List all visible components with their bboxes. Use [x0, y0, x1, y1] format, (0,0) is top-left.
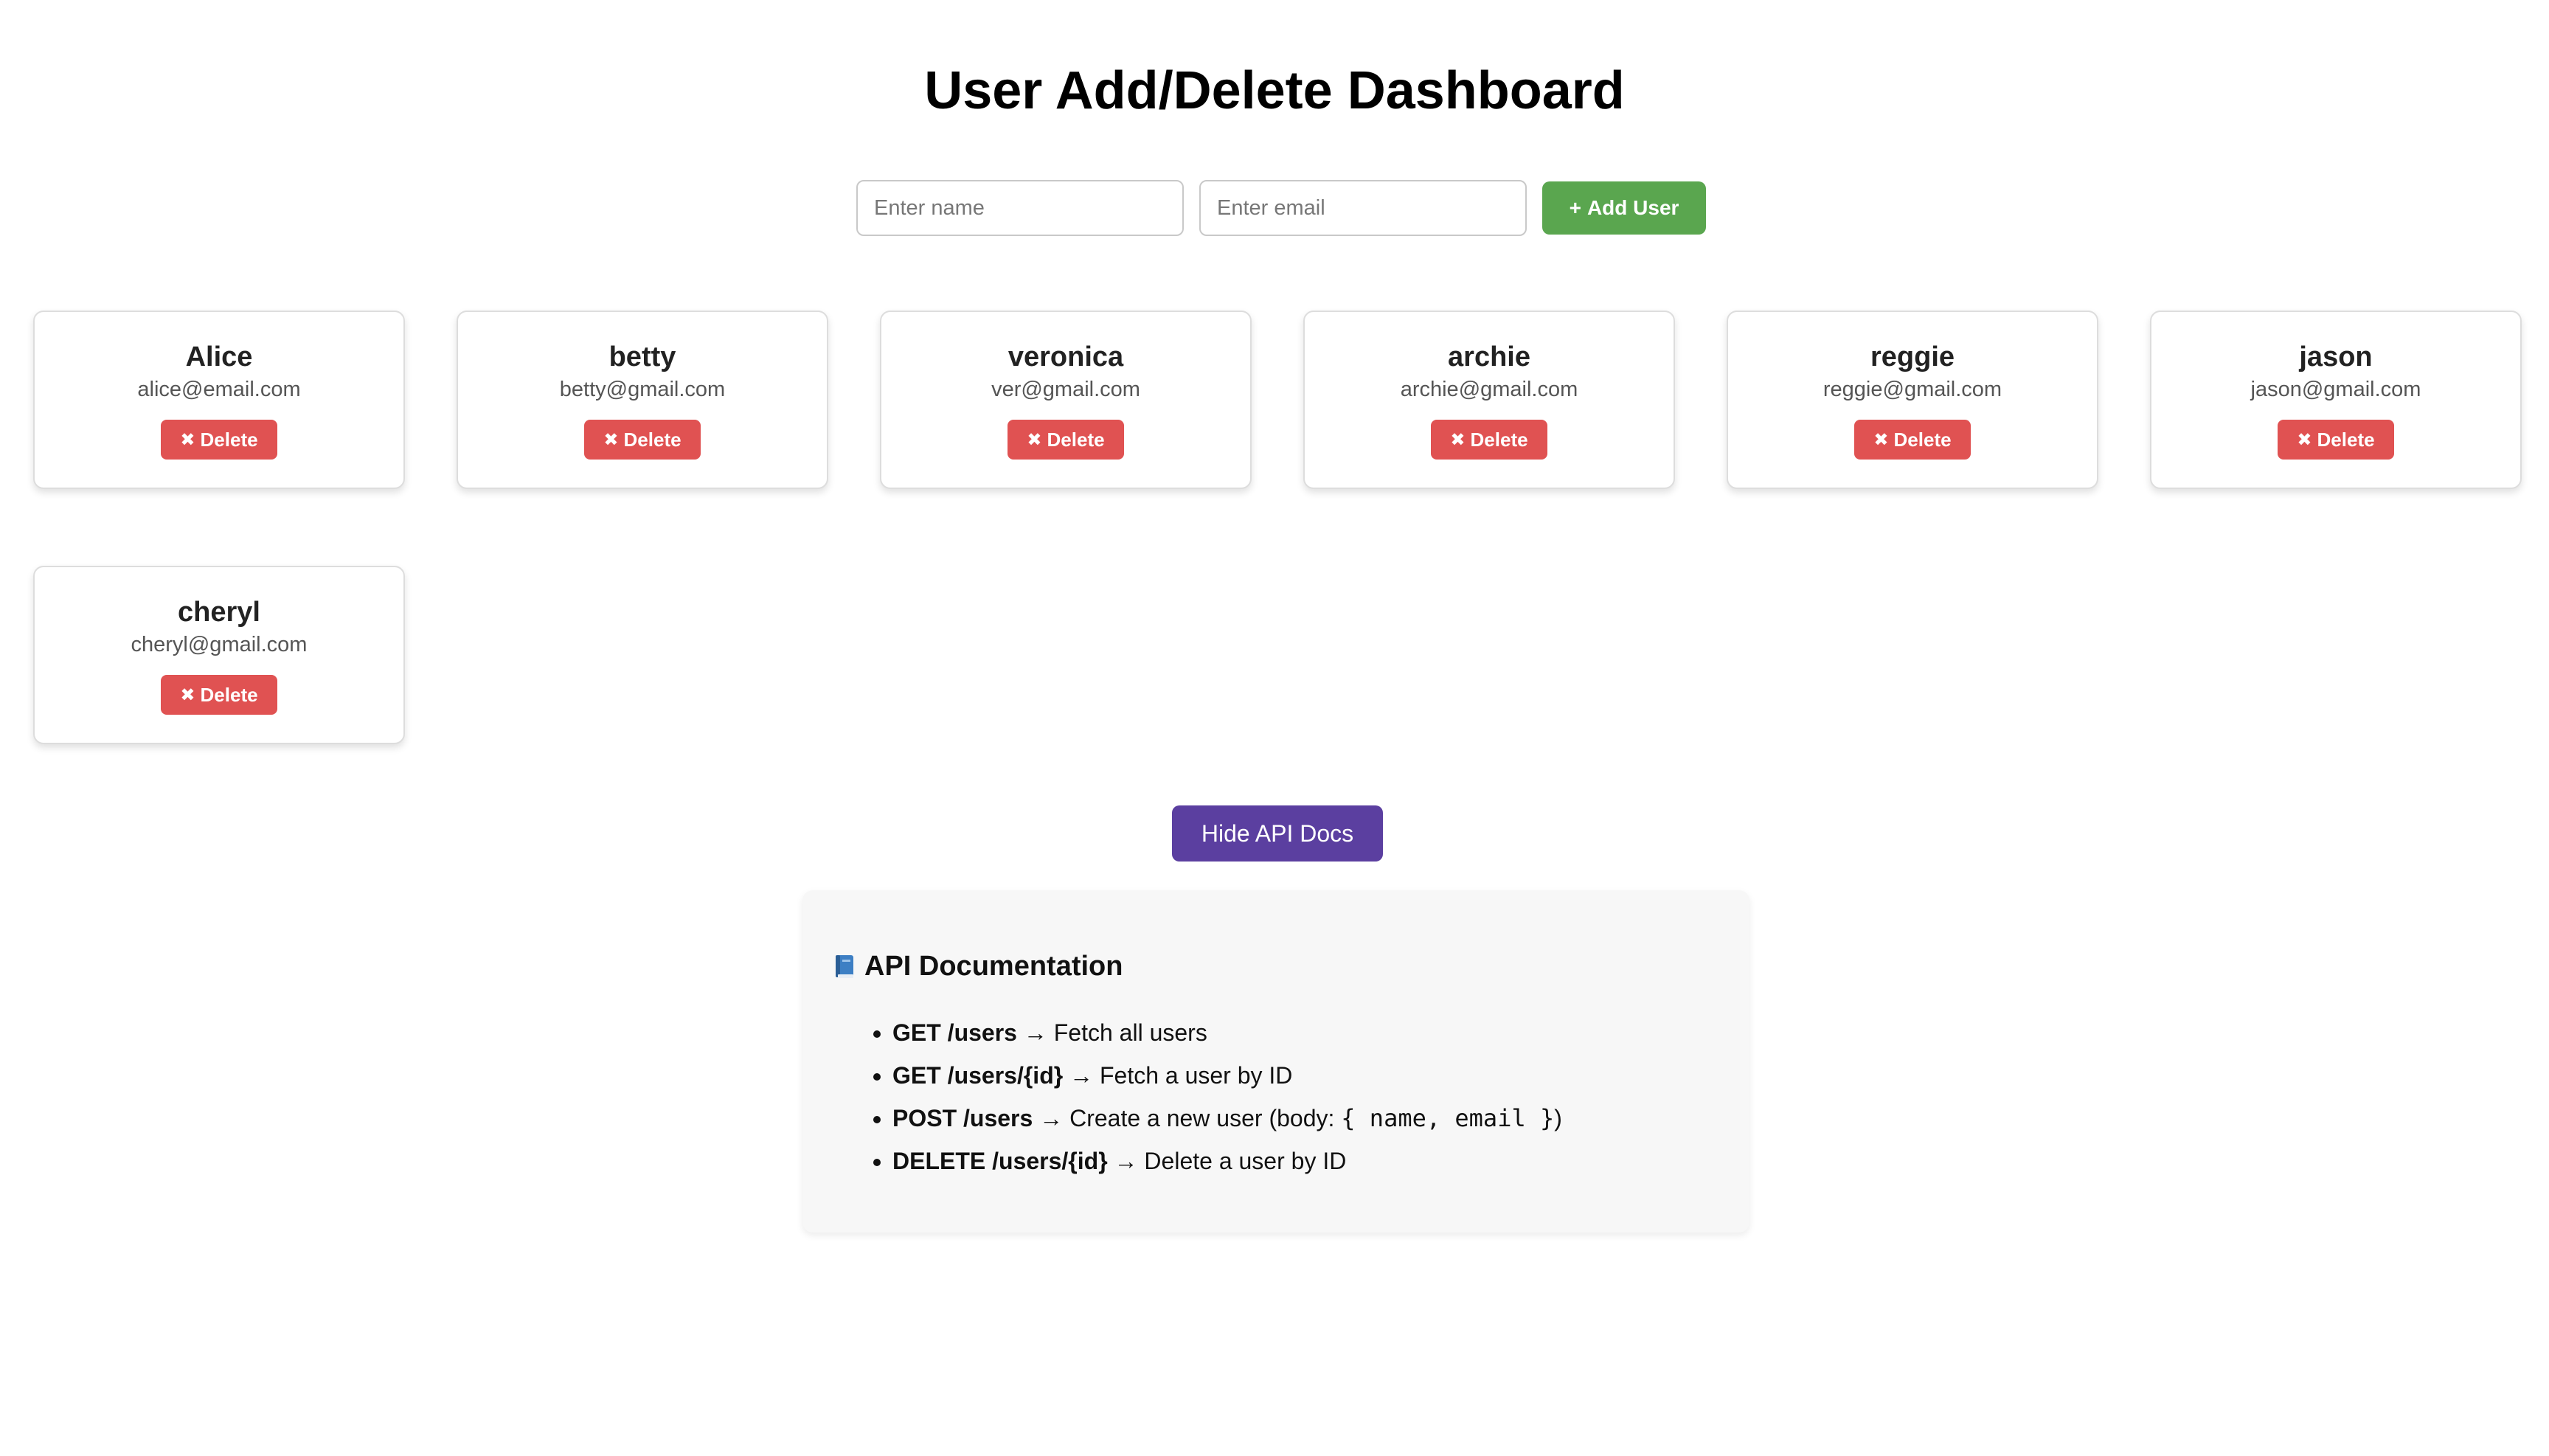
close-icon: ✖	[603, 429, 619, 450]
delete-label: Delete	[1047, 428, 1105, 451]
endpoint-item: DELETE /users/{id} → Delete a user by ID	[892, 1140, 1719, 1182]
endpoint-description: Delete a user by ID	[1144, 1148, 1347, 1174]
api-docs-heading: API Documentation	[833, 949, 1719, 983]
arrow-icon: →	[1114, 1148, 1138, 1174]
api-docs-panel: API Documentation GET /users → Fetch all…	[802, 890, 1749, 1233]
user-name: cheryl	[178, 597, 260, 628]
delete-label: Delete	[200, 683, 258, 706]
close-icon: ✖	[180, 684, 195, 705]
user-name: jason	[2299, 342, 2373, 372]
user-name: archie	[1448, 342, 1530, 372]
delete-user-button[interactable]: ✖ Delete	[1431, 420, 1547, 460]
endpoint-method: GET /users/{id}	[892, 1062, 1064, 1089]
close-icon: ✖	[1873, 429, 1889, 450]
close-icon: ✖	[1450, 429, 1466, 450]
delete-label: Delete	[200, 428, 258, 451]
dashboard-page: User Add/Delete Dashboard + Add User Ali…	[0, 0, 2549, 1456]
endpoint-item: GET /users/{id} → Fetch a user by ID	[892, 1054, 1719, 1097]
arrow-icon: →	[1023, 1019, 1047, 1046]
endpoint-list: GET /users → Fetch all users GET /users/…	[833, 1011, 1719, 1182]
close-icon: ✖	[2297, 429, 2312, 450]
delete-label: Delete	[2317, 428, 2375, 451]
endpoint-description-end: )	[1554, 1105, 1562, 1131]
user-email: alice@email.com	[137, 378, 301, 401]
user-email: reggie@gmail.com	[1823, 378, 2002, 401]
user-email: cheryl@gmail.com	[131, 633, 308, 656]
delete-label: Delete	[623, 428, 682, 451]
delete-user-button[interactable]: ✖ Delete	[584, 420, 701, 460]
endpoint-description: Fetch a user by ID	[1099, 1062, 1293, 1089]
endpoint-method: DELETE /users/{id}	[892, 1148, 1108, 1174]
arrow-icon: →	[1039, 1105, 1064, 1131]
user-card: jason jason@gmail.com ✖ Delete	[2150, 311, 2522, 489]
user-card: Alice alice@email.com ✖ Delete	[33, 311, 405, 489]
delete-label: Delete	[1893, 428, 1952, 451]
close-icon: ✖	[1027, 429, 1042, 450]
api-docs-title: API Documentation	[864, 951, 1123, 982]
arrow-icon: →	[1069, 1062, 1094, 1089]
toggle-api-docs-button[interactable]: Hide API Docs	[1172, 805, 1383, 862]
user-card: betty betty@gmail.com ✖ Delete	[457, 311, 828, 489]
user-card: archie archie@gmail.com ✖ Delete	[1303, 311, 1675, 489]
delete-user-button[interactable]: ✖ Delete	[1008, 420, 1124, 460]
endpoint-method: GET /users	[892, 1019, 1017, 1046]
user-email: betty@gmail.com	[559, 378, 726, 401]
user-card: cheryl cheryl@gmail.com ✖ Delete	[33, 566, 405, 744]
endpoint-method: POST /users	[892, 1105, 1033, 1131]
delete-user-button[interactable]: ✖ Delete	[161, 420, 277, 460]
delete-user-button[interactable]: ✖ Delete	[161, 675, 277, 715]
endpoint-item: GET /users → Fetch all users	[892, 1011, 1719, 1054]
user-card: reggie reggie@gmail.com ✖ Delete	[1727, 311, 2098, 489]
endpoint-item: POST /users → Create a new user (body: {…	[892, 1097, 1719, 1140]
endpoint-description: Create a new user (body:	[1069, 1105, 1342, 1131]
user-name: betty	[608, 342, 676, 372]
user-name: Alice	[185, 342, 253, 372]
user-email: jason@gmail.com	[2250, 378, 2421, 401]
delete-user-button[interactable]: ✖ Delete	[1854, 420, 1971, 460]
endpoint-description: Fetch all users	[1053, 1019, 1207, 1046]
user-name: reggie	[1870, 342, 1955, 372]
user-card: veronica ver@gmail.com ✖ Delete	[880, 311, 1252, 489]
user-email: ver@gmail.com	[991, 378, 1140, 401]
user-name: veronica	[1008, 342, 1124, 372]
delete-label: Delete	[1470, 428, 1528, 451]
user-email: archie@gmail.com	[1400, 378, 1578, 401]
close-icon: ✖	[180, 429, 195, 450]
request-body-code: { name, email }	[1341, 1104, 1555, 1132]
user-card-list: Alice alice@email.com ✖ Delete betty bet…	[0, 0, 2549, 811]
book-icon	[833, 954, 856, 979]
delete-user-button[interactable]: ✖ Delete	[2278, 420, 2394, 460]
